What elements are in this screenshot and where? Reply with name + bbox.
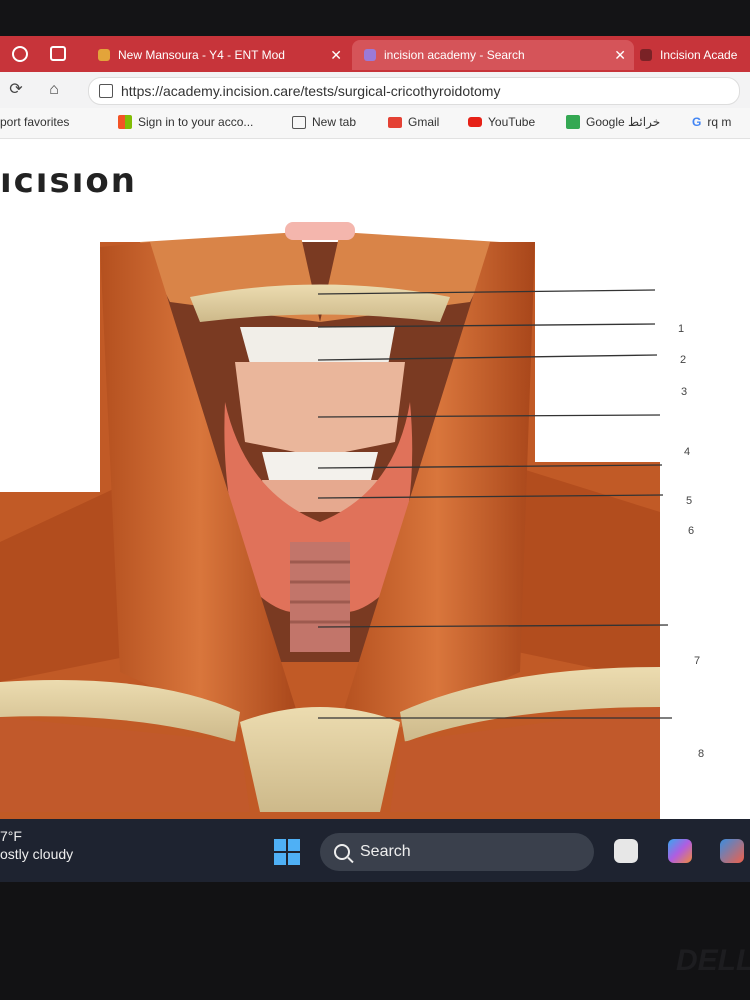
refresh-icon[interactable]: ⟳ bbox=[6, 80, 26, 100]
screen: New Mansoura - Y4 - ENT Mod ✕ incision a… bbox=[0, 36, 750, 882]
maps-icon bbox=[566, 115, 580, 129]
figure-label-6: 6 bbox=[688, 525, 695, 537]
search-icon bbox=[334, 844, 350, 860]
figure-label-3: 3 bbox=[681, 386, 688, 398]
google-icon: G bbox=[692, 115, 702, 129]
tab-incision-search[interactable]: incision academy - Search ✕ bbox=[352, 40, 634, 70]
figure-bg-left bbox=[0, 212, 100, 492]
chin-tip bbox=[285, 222, 355, 240]
tab-bar: New Mansoura - Y4 - ENT Mod ✕ incision a… bbox=[0, 36, 750, 72]
tab-label: incision academy - Search bbox=[384, 48, 525, 62]
address-bar: ⟳ ⌂ https://academy.incision.care/tests/… bbox=[0, 72, 750, 108]
tab-favicon-icon bbox=[640, 49, 652, 61]
favorite-label: port favorites bbox=[0, 115, 70, 129]
incision-logo: ıcısıon bbox=[0, 161, 137, 201]
favorite-new-tab[interactable]: New tab bbox=[292, 115, 356, 129]
tab-incision-academy[interactable]: Incision Acade bbox=[634, 40, 750, 70]
weather-temp: 7°F bbox=[0, 828, 22, 844]
figure-bg-right-bottom bbox=[660, 212, 750, 820]
page-content: ıcısıon 1 2 3 4 5 6 7 8 bbox=[0, 139, 750, 820]
lock-icon bbox=[99, 84, 113, 98]
favorite-microsoft-signin[interactable]: Sign in to your acco... bbox=[118, 115, 253, 129]
workspaces-icon[interactable] bbox=[12, 46, 28, 62]
favorite-google-maps[interactable]: Google خرائط bbox=[566, 115, 660, 129]
sternum-manubrium bbox=[240, 707, 400, 812]
weather-widget[interactable]: 7°F ostly cloudy bbox=[0, 827, 73, 863]
figure-label-7: 7 bbox=[694, 655, 701, 667]
favorite-label: New tab bbox=[312, 115, 357, 129]
figure-label-5: 5 bbox=[686, 495, 693, 507]
figure-label-2: 2 bbox=[680, 354, 687, 366]
tab-ent-module[interactable]: New Mansoura - Y4 - ENT Mod ✕ bbox=[94, 40, 350, 70]
favorite-label: Sign in to your acco... bbox=[138, 115, 254, 129]
windows-start-icon[interactable] bbox=[274, 839, 300, 865]
url-field[interactable]: https://academy.incision.care/tests/surg… bbox=[88, 77, 740, 105]
tab-label: Incision Acade bbox=[660, 48, 738, 62]
thyroid-cartilage bbox=[235, 362, 405, 457]
taskbar: 7°F ostly cloudy Search bbox=[0, 819, 750, 882]
taskbar-search-label: Search bbox=[360, 843, 411, 860]
weather-condition: ostly cloudy bbox=[0, 846, 74, 862]
dell-logo: DELL bbox=[676, 944, 750, 977]
copilot-icon[interactable] bbox=[668, 839, 692, 863]
task-view-icon[interactable] bbox=[614, 839, 638, 863]
tab-label: New Mansoura - Y4 - ENT Mod bbox=[118, 48, 285, 62]
monitor: New Mansoura - Y4 - ENT Mod ✕ incision a… bbox=[0, 0, 750, 1000]
tab-actions-icon[interactable] bbox=[50, 46, 66, 61]
url-text: https://academy.incision.care/tests/surg… bbox=[121, 83, 501, 99]
close-tab-icon[interactable]: ✕ bbox=[614, 47, 626, 64]
favorite-youtube[interactable]: YouTube bbox=[468, 115, 535, 129]
home-icon[interactable]: ⌂ bbox=[44, 80, 64, 100]
figure-label-1: 1 bbox=[678, 323, 685, 335]
figure-label-4: 4 bbox=[684, 446, 691, 458]
favorite-google[interactable]: G rq m bbox=[692, 115, 731, 129]
trachea bbox=[290, 542, 350, 652]
copilot-pwa-icon[interactable] bbox=[720, 839, 744, 863]
microsoft-icon bbox=[118, 115, 132, 129]
new-tab-icon bbox=[292, 115, 306, 129]
favorite-label: Google خرائط bbox=[586, 115, 661, 129]
favorite-label: Gmail bbox=[408, 115, 440, 129]
gmail-icon bbox=[388, 116, 402, 128]
taskbar-search[interactable]: Search bbox=[320, 833, 594, 871]
favorite-gmail[interactable]: Gmail bbox=[388, 115, 439, 129]
tab-favicon-icon bbox=[364, 49, 376, 61]
monitor-bezel bbox=[0, 0, 750, 40]
favorite-label: rq m bbox=[707, 115, 732, 129]
tab-favicon-icon bbox=[98, 49, 110, 61]
youtube-icon bbox=[468, 117, 482, 127]
anatomy-figure bbox=[0, 212, 750, 820]
close-tab-icon[interactable]: ✕ bbox=[330, 47, 342, 64]
favorite-label: YouTube bbox=[488, 115, 536, 129]
favorite-import[interactable]: port favorites bbox=[0, 115, 69, 129]
favorites-bar: port favorites Sign in to your acco... N… bbox=[0, 108, 750, 139]
figure-label-8: 8 bbox=[698, 748, 705, 760]
